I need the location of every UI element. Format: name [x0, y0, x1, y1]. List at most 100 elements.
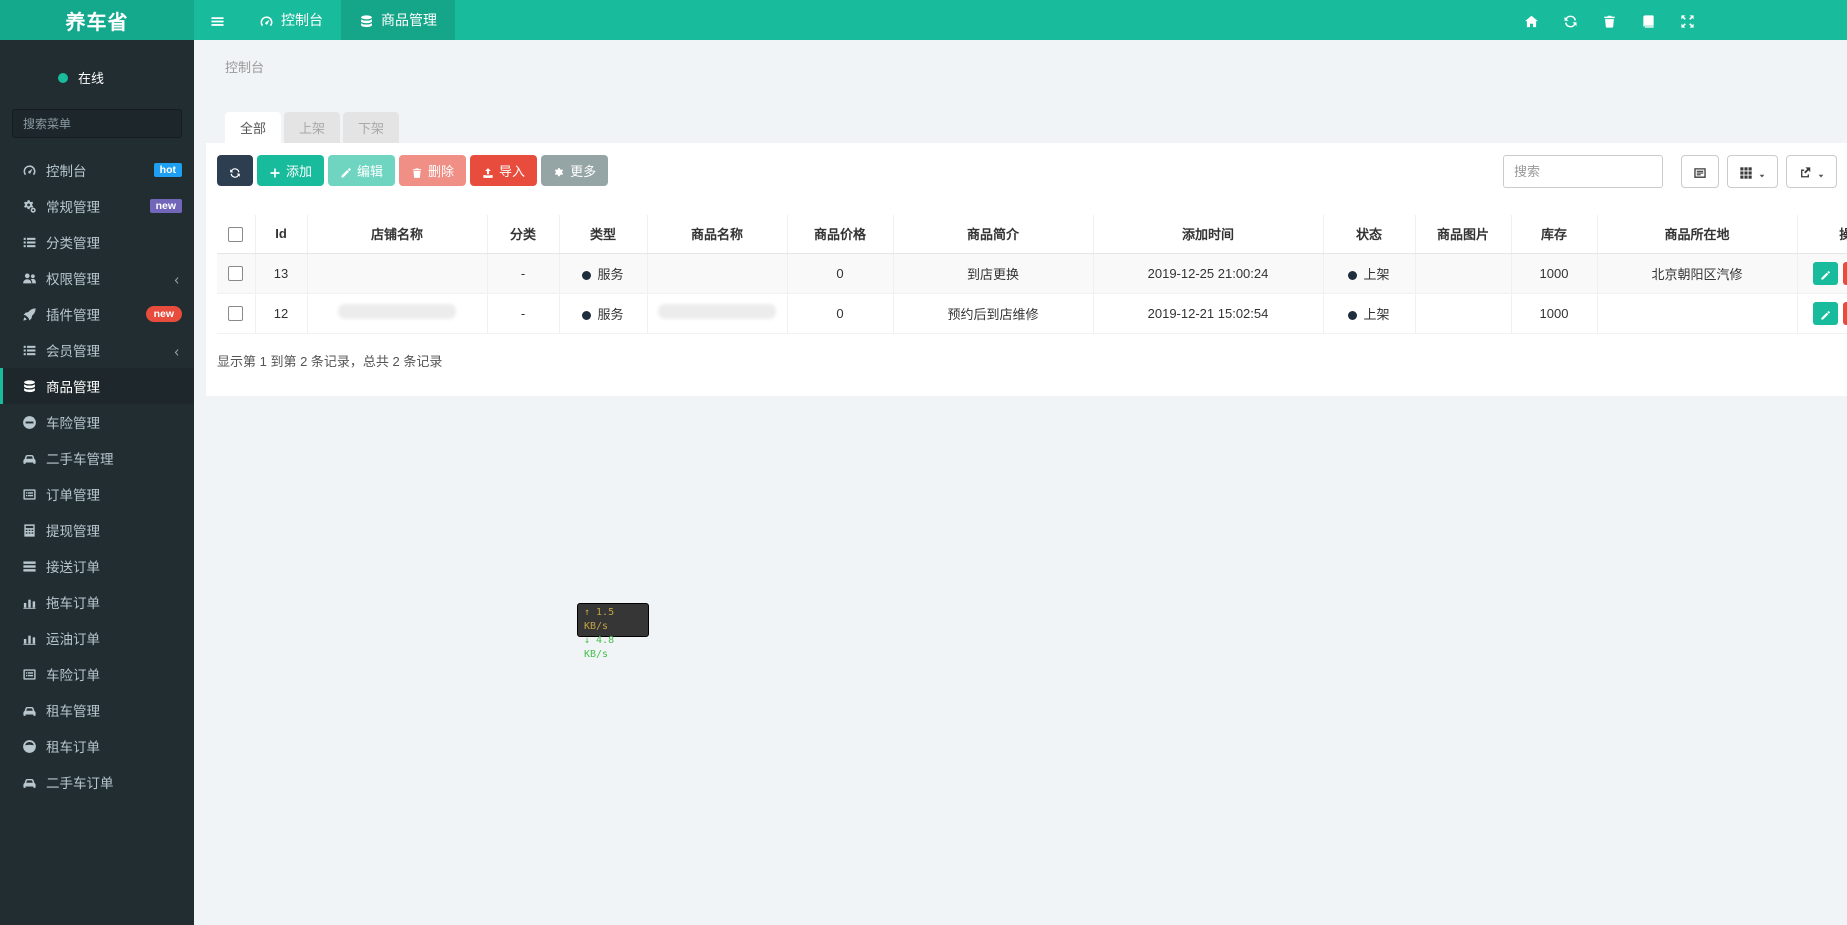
column-header-商品价格: 商品价格 [787, 215, 893, 253]
database-icon [22, 379, 37, 394]
sidebar-item-接送订单[interactable]: 接送订单 [0, 548, 194, 584]
refresh-button[interactable] [217, 155, 253, 186]
bar-chart-icon [22, 631, 37, 646]
search-icon [160, 116, 173, 129]
tab-上架[interactable]: 上架 [284, 112, 340, 143]
column-header-商品简介: 商品简介 [893, 215, 1093, 253]
download-speed: ↓ 4.8 KB/s [584, 634, 642, 662]
sidebar-item-label: 车险管理 [46, 412, 100, 432]
trash-icon[interactable] [1602, 13, 1617, 28]
trash-icon [411, 165, 423, 177]
edit-row-button[interactable] [1813, 302, 1838, 325]
sidebar-toggle-button[interactable] [194, 0, 241, 40]
edit-row-button[interactable] [1813, 262, 1838, 285]
online-dot-icon [58, 73, 68, 83]
expand-icon[interactable] [1680, 13, 1695, 28]
cell-actions [1797, 293, 1847, 333]
sidebar-item-label: 二手车管理 [46, 448, 114, 468]
minus-circle-icon [22, 415, 37, 430]
sidebar-item-商品管理[interactable]: 商品管理 [0, 368, 194, 404]
sidebar-item-常规管理[interactable]: 常规管理new [0, 188, 194, 224]
car-icon [22, 451, 37, 466]
column-header-店铺名称: 店铺名称 [307, 215, 487, 253]
tab-全部[interactable]: 全部 [225, 112, 281, 143]
car-icon [22, 703, 37, 718]
sidebar-item-车险订单[interactable]: 车险订单 [0, 656, 194, 692]
sidebar-item-插件管理[interactable]: 插件管理new [0, 296, 194, 332]
sidebar-item-权限管理[interactable]: 权限管理 [0, 260, 194, 296]
home-icon[interactable] [1524, 13, 1539, 28]
sidebar-item-会员管理[interactable]: 会员管理 [0, 332, 194, 368]
sidebar-item-控制台[interactable]: 控制台 hot [0, 152, 194, 188]
sidebar-badge: hot [154, 163, 182, 178]
cell-name [647, 293, 787, 333]
th-list-icon [22, 559, 37, 574]
sidebar-item-label: 分类管理 [46, 232, 100, 252]
sidebar-item-label: 提现管理 [46, 520, 100, 540]
cell-select [217, 293, 255, 333]
navbar-tab-商品管理[interactable]: 商品管理 [341, 0, 455, 40]
column-header-添加时间: 添加时间 [1093, 215, 1323, 253]
columns-button[interactable] [1727, 155, 1778, 188]
gear-icon [553, 165, 565, 177]
sidebar-item-label: 租车管理 [46, 700, 100, 720]
row-checkbox[interactable] [228, 266, 243, 281]
sidebar-menu: 控制台 hot 常规管理new 分类管理权限管理插件管理new 会员管理商品管理车险管理… [0, 152, 194, 800]
sidebar-item-拖车订单[interactable]: 拖车订单 [0, 584, 194, 620]
table-header-row: Id店铺名称分类类型商品名称商品价格商品简介添加时间状态商品图片库存商品所在地操… [217, 215, 1847, 253]
export-icon [1798, 165, 1812, 179]
cell-id: 12 [255, 293, 307, 333]
refresh-icon[interactable] [1563, 13, 1578, 28]
sidebar-item-label: 商品管理 [46, 376, 100, 396]
status-dot-icon [1348, 271, 1357, 280]
list-alt-icon [22, 667, 37, 682]
delete-row-button[interactable] [1843, 262, 1847, 285]
refresh-icon [229, 165, 241, 177]
more-button[interactable]: 更多 [541, 155, 608, 186]
calculator-icon [22, 523, 37, 538]
import-button[interactable]: 导入 [470, 155, 537, 186]
cell-name [647, 253, 787, 293]
navbar-tab-控制台[interactable]: 控制台 [241, 0, 341, 40]
caret-down-icon [1817, 168, 1825, 176]
log-book-icon[interactable] [1641, 13, 1656, 28]
sidebar-item-租车管理[interactable]: 租车管理 [0, 692, 194, 728]
sidebar-item-label: 权限管理 [46, 268, 100, 288]
status-label: 上架 [1363, 267, 1389, 282]
row-checkbox[interactable] [228, 306, 243, 321]
sidebar-item-二手车管理[interactable]: 二手车管理 [0, 440, 194, 476]
pencil-icon [340, 165, 352, 177]
bar-chart-icon [22, 595, 37, 610]
cell-image [1415, 293, 1511, 333]
pencil-icon [1820, 268, 1831, 279]
cell-category: - [487, 293, 559, 333]
sidebar-item-二手车订单[interactable]: 二手车订单 [0, 764, 194, 800]
sidebar-search-input[interactable] [12, 109, 182, 138]
sidebar-item-label: 会员管理 [46, 340, 100, 360]
sidebar: 在线 控制台 hot 常规管理new 分类管理权限管理插件管理new 会员管理商品管理车… [0, 40, 194, 925]
sidebar-item-订单管理[interactable]: 订单管理 [0, 476, 194, 512]
delete-row-button[interactable] [1843, 302, 1847, 325]
view-buttons [1663, 155, 1837, 188]
online-status: 在线 [0, 40, 194, 99]
table-search-input[interactable] [1503, 155, 1663, 188]
sidebar-item-label: 订单管理 [46, 484, 100, 504]
navbar-tabs: 控制台商品管理 [194, 0, 455, 40]
add-button[interactable]: 添加 [257, 155, 324, 186]
chevron-left-icon [171, 273, 182, 284]
top-navbar: 养车省 控制台商品管理 [0, 0, 1847, 40]
sidebar-item-分类管理[interactable]: 分类管理 [0, 224, 194, 260]
database-icon [359, 13, 374, 28]
sidebar-item-label: 控制台 [46, 160, 87, 180]
tab-下架[interactable]: 下架 [343, 112, 399, 143]
detail-view-button[interactable] [1681, 155, 1719, 188]
main-content: 控制台 全部上架下架 添加编辑删除导入更多 Id店铺名称分类类型商品名称商品价格… [194, 0, 1847, 396]
sidebar-item-提现管理[interactable]: 提现管理 [0, 512, 194, 548]
select-all-checkbox[interactable] [228, 227, 243, 242]
column-header-类型: 类型 [559, 215, 647, 253]
sidebar-item-车险管理[interactable]: 车险管理 [0, 404, 194, 440]
sidebar-item-运油订单[interactable]: 运油订单 [0, 620, 194, 656]
steering-wheel-icon [22, 739, 37, 754]
export-button[interactable] [1786, 155, 1837, 188]
sidebar-item-租车订单[interactable]: 租车订单 [0, 728, 194, 764]
